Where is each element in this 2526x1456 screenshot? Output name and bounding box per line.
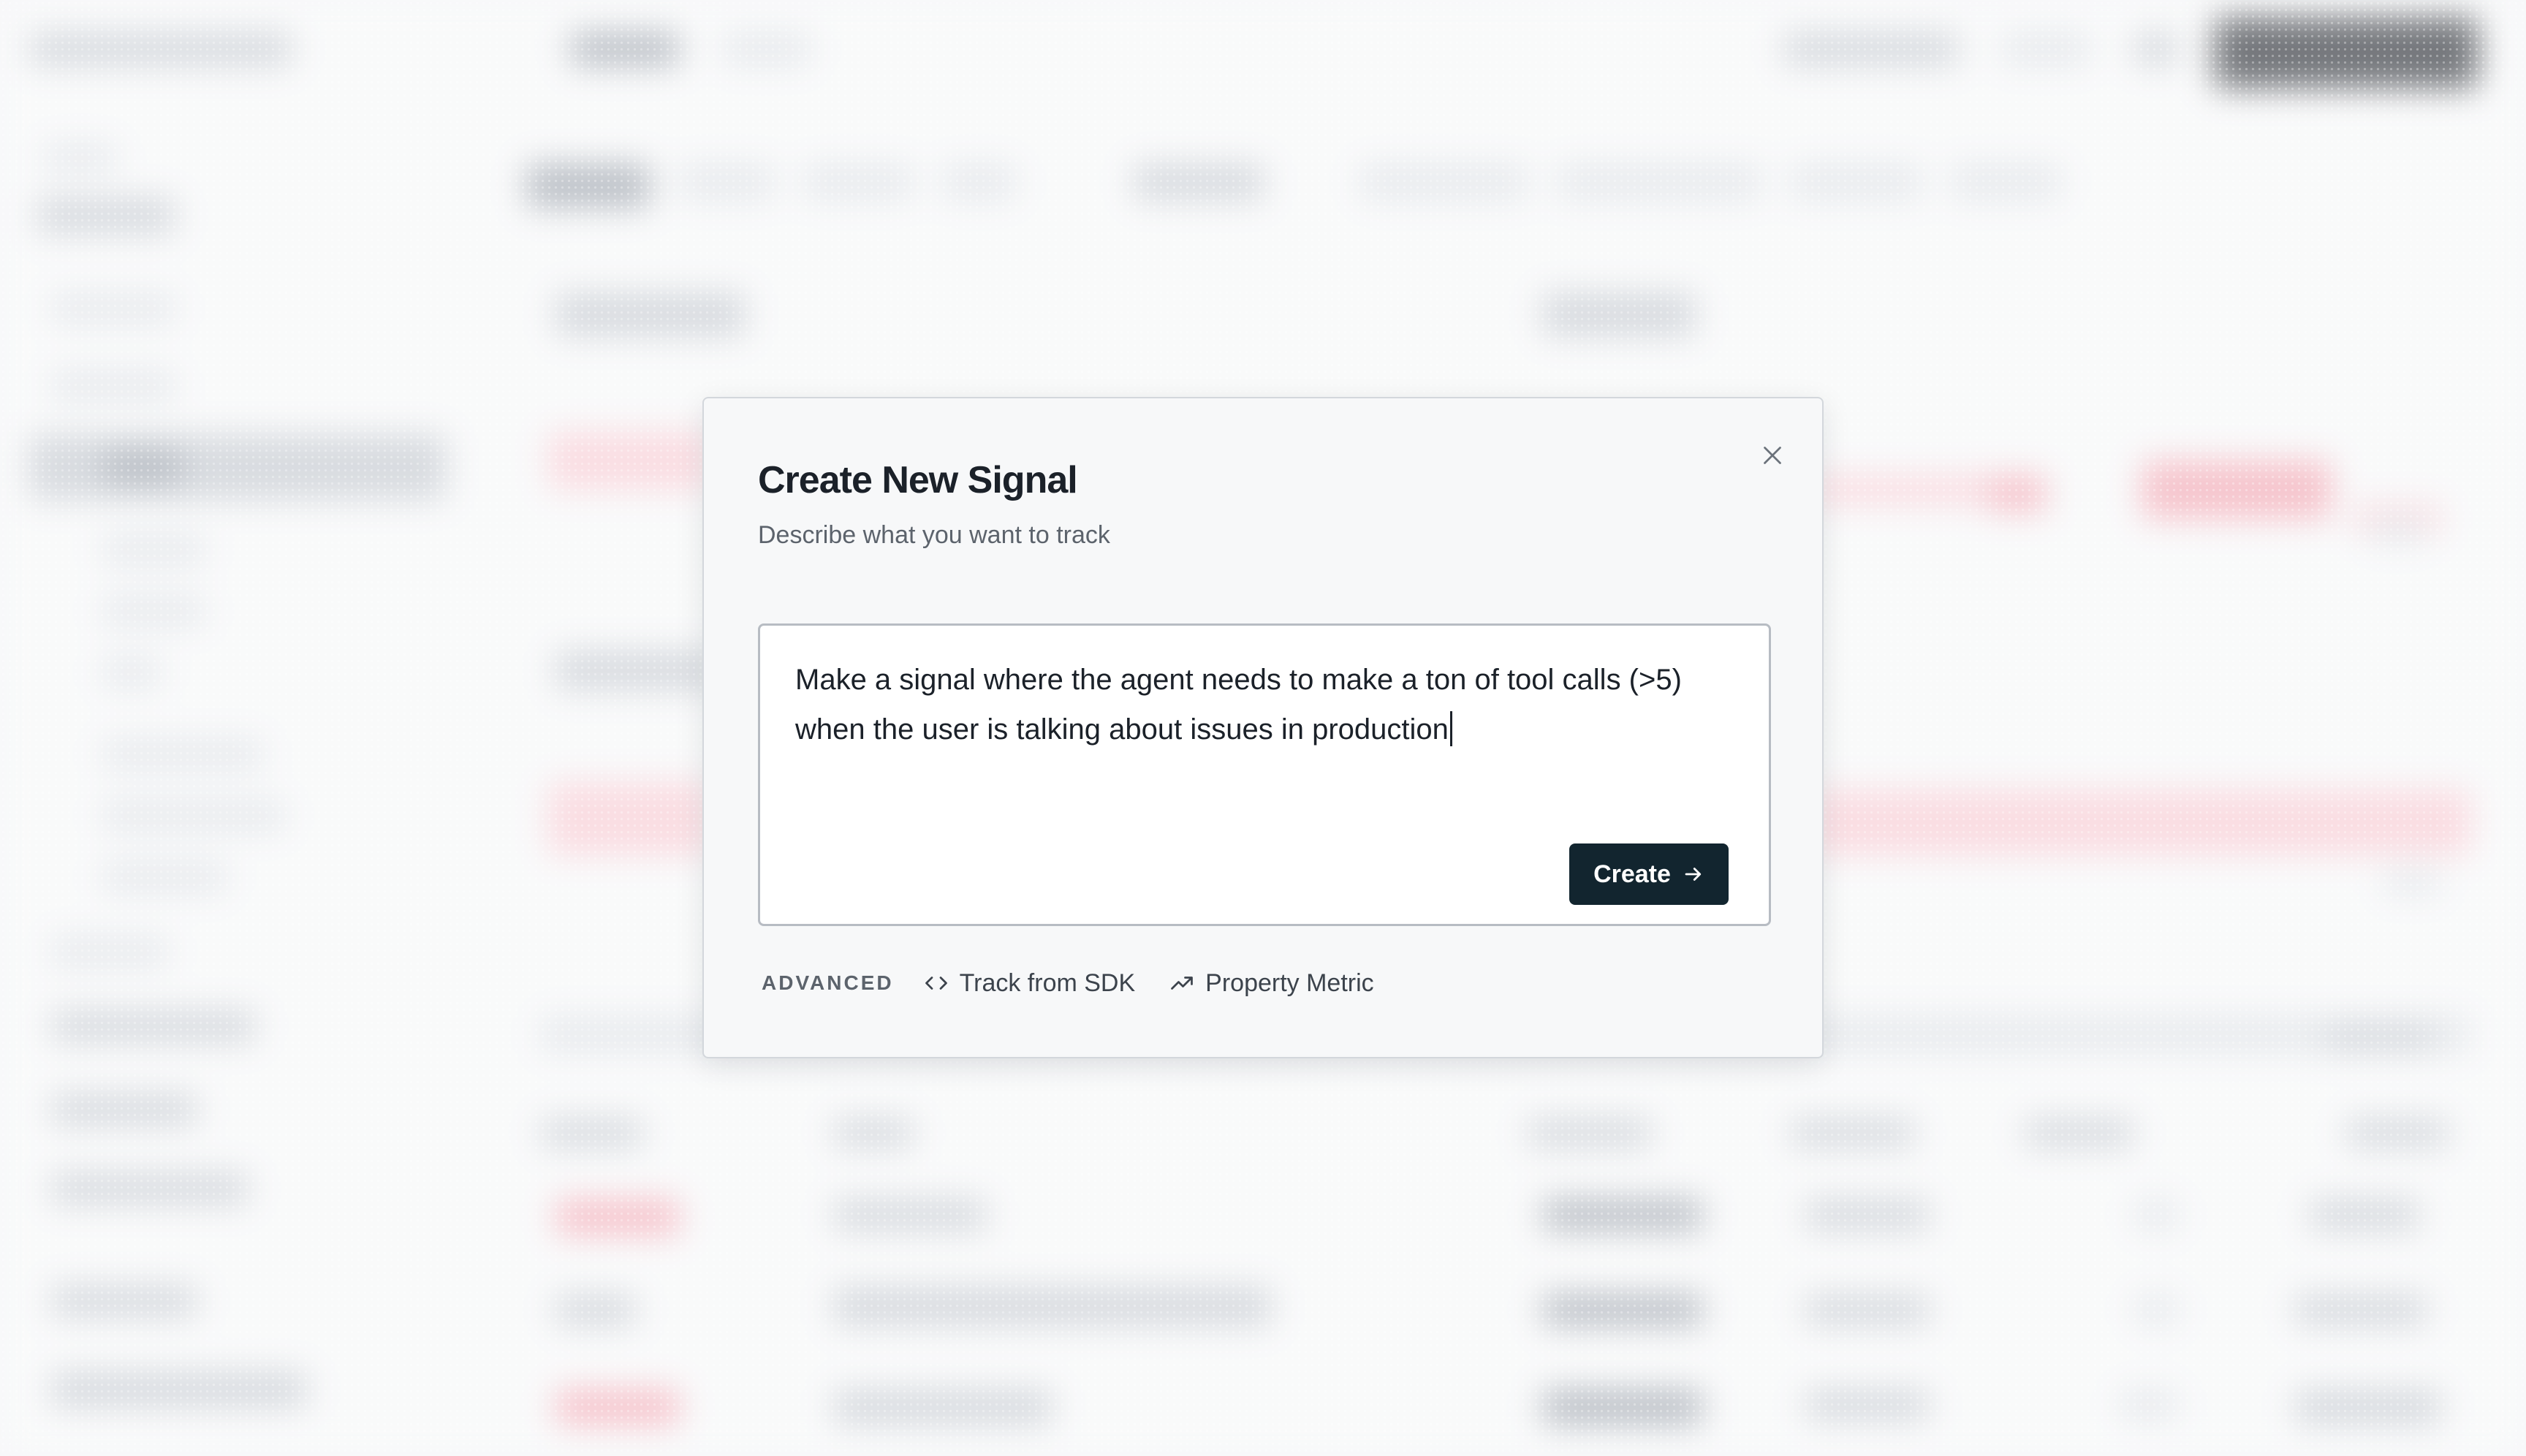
close-button[interactable] (1752, 435, 1793, 476)
create-signal-dialog: Create New Signal Describe what you want… (702, 397, 1824, 1058)
create-button[interactable]: Create (1569, 843, 1729, 905)
dialog-title: Create New Signal (758, 459, 1078, 501)
signal-description-input[interactable]: Make a signal where the agent needs to m… (758, 623, 1771, 926)
property-metric-label: Property Metric (1205, 968, 1374, 997)
track-from-sdk-link[interactable]: Track from SDK (923, 968, 1136, 998)
text-cursor (1449, 711, 1452, 746)
dialog-subtitle: Describe what you want to track (758, 521, 1110, 549)
arrow-right-icon (1685, 868, 1702, 881)
create-button-label: Create (1593, 860, 1671, 888)
signal-description-text[interactable]: Make a signal where the agent needs to m… (795, 655, 1738, 754)
advanced-label: ADVANCED (762, 971, 894, 994)
advanced-options: ADVANCED Track from SDK Property Metric (762, 961, 1408, 1005)
signal-description-value: Make a signal where the agent needs to m… (795, 664, 1682, 746)
track-from-sdk-label: Track from SDK (959, 968, 1136, 997)
trending-up-icon (1171, 977, 1194, 990)
property-metric-link[interactable]: Property Metric (1169, 969, 1374, 998)
close-icon (1764, 447, 1781, 464)
code-icon (925, 977, 947, 990)
